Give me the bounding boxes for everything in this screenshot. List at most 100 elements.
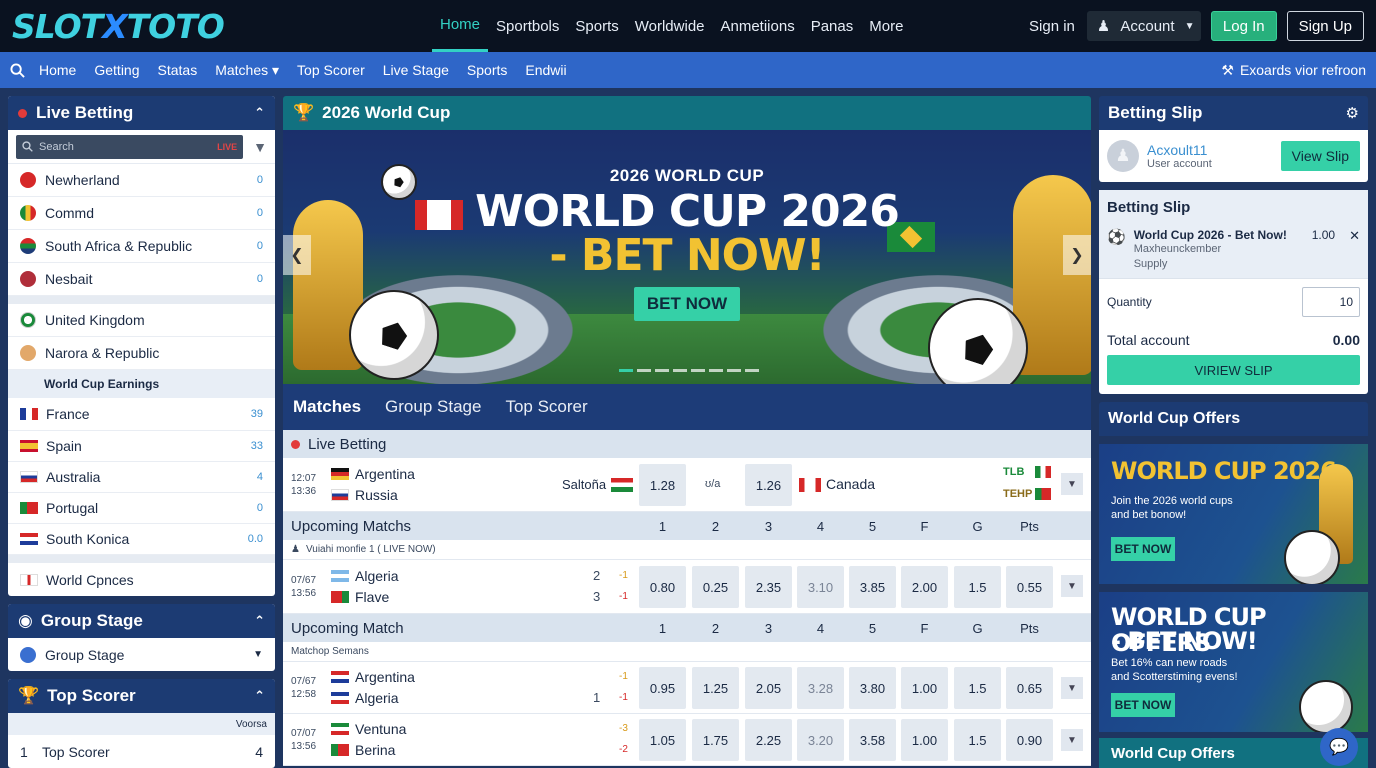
odds-button[interactable]: 2.25 xyxy=(745,719,792,761)
odds-button[interactable]: 2.00 xyxy=(901,566,948,608)
odds-button[interactable]: 0.55 xyxy=(1006,566,1053,608)
user-subtitle: User account xyxy=(1147,158,1212,170)
sign-in-link[interactable]: Sign in xyxy=(1029,18,1075,35)
tab-group-stage[interactable]: Group Stage xyxy=(385,397,481,417)
top-scorer-header[interactable]: 🏆 Top Scorer ⌃ xyxy=(8,679,275,713)
nav-sportbols[interactable]: Sportbols xyxy=(488,0,567,52)
list-item[interactable]: South Konica 0.0 xyxy=(8,524,275,555)
close-icon[interactable]: ✕ xyxy=(1349,228,1360,272)
odds-button[interactable]: 1.5 xyxy=(954,566,1001,608)
nav-anmetiions[interactable]: Anmetiions xyxy=(713,0,803,52)
list-item[interactable]: Portugal 0 xyxy=(8,493,275,524)
nav-more[interactable]: More xyxy=(861,0,911,52)
search-icon[interactable] xyxy=(10,62,25,78)
odds-button[interactable]: 3.20 xyxy=(797,719,844,761)
chevron-down-icon: ▼ xyxy=(1184,20,1195,32)
signup-button[interactable]: Sign Up xyxy=(1286,11,1364,41)
offer-card-2[interactable]: WORLD CUP OFFERS - BET NOW! Bet 16% can … xyxy=(1099,592,1368,732)
account-dropdown[interactable]: ♟ Account ▼ xyxy=(1086,11,1201,41)
subnav-live-stage[interactable]: Live Stage xyxy=(383,62,449,78)
subnav-getting[interactable]: Getting xyxy=(94,62,139,78)
chevron-down-icon[interactable]: ▼ xyxy=(1061,677,1083,699)
site-logo[interactable]: SLOTXTOTO xyxy=(12,7,432,46)
subnav-sports[interactable]: Sports xyxy=(467,62,507,78)
group-stage-select[interactable]: Group Stage ▼ xyxy=(8,638,275,671)
subnav-matches[interactable]: Matches ▾ xyxy=(215,62,279,79)
odds-button[interactable]: 3.80 xyxy=(849,667,896,709)
list-item[interactable]: Narora & Republic xyxy=(8,337,275,370)
chevron-up-icon[interactable]: ⌃ xyxy=(254,105,265,121)
subnav-top-scorer[interactable]: Top Scorer xyxy=(297,62,365,78)
list-item[interactable]: South Africa & Republic 0 xyxy=(8,230,275,263)
chevron-right-icon[interactable]: ❯ xyxy=(1063,235,1091,275)
list-item[interactable]: Spain 33 xyxy=(8,431,275,462)
chevron-left-icon[interactable]: ❮ xyxy=(283,235,311,275)
odds-button[interactable]: 1.26 xyxy=(745,464,792,506)
odds-button[interactable]: 0.65 xyxy=(1006,667,1053,709)
chevron-down-icon[interactable]: ▼ xyxy=(1061,729,1083,751)
odds-button[interactable]: 1.75 xyxy=(692,719,739,761)
odds-button[interactable]: 1.05 xyxy=(639,719,686,761)
list-item[interactable]: Newherland 0 xyxy=(8,164,275,197)
odds-button[interactable]: 0.25 xyxy=(692,566,739,608)
odds-button[interactable]: 2.05 xyxy=(745,667,792,709)
list-item[interactable]: United Kingdom xyxy=(8,304,275,337)
nav-worldwide[interactable]: Worldwide xyxy=(627,0,713,52)
odds-button[interactable]: 1.28 xyxy=(639,464,686,506)
chevron-down-icon[interactable]: ▼ xyxy=(1061,575,1083,597)
nav-home[interactable]: Home xyxy=(432,0,489,52)
odds-button[interactable]: 3.28 xyxy=(797,667,844,709)
subnav-right-link[interactable]: ⚒ Exoards vior refroon xyxy=(1221,62,1366,79)
bet-now-button[interactable]: BET NOW xyxy=(634,287,740,321)
table-row[interactable]: 07/67 13:56 Algeria Flave 2 3 -1 -1 0.80 … xyxy=(283,560,1091,614)
odds-button[interactable]: 3.10 xyxy=(797,566,844,608)
odds-button[interactable]: 1.25 xyxy=(692,667,739,709)
view-slip-button[interactable]: View Slip xyxy=(1280,141,1360,171)
quantity-input[interactable]: 10 xyxy=(1302,287,1360,317)
list-item[interactable]: Nesbait 0 xyxy=(8,263,275,296)
offer-bet-button[interactable]: BET NOW xyxy=(1111,693,1175,717)
odds-button[interactable]: 1.5 xyxy=(954,719,1001,761)
odds-button[interactable]: 1.00 xyxy=(901,667,948,709)
odds-button[interactable]: 0.90 xyxy=(1006,719,1053,761)
tab-matches[interactable]: Matches xyxy=(293,397,361,417)
odds-button[interactable]: 0.80 xyxy=(639,566,686,608)
live-match-row[interactable]: 12:07 13:36 Argentina Russia Saltoña 1.28… xyxy=(283,458,1091,512)
chevron-up-icon[interactable]: ⌃ xyxy=(254,613,265,629)
list-item[interactable]: World Cpnces xyxy=(8,563,275,596)
subnav-statas[interactable]: Statas xyxy=(158,62,198,78)
list-item[interactable]: France 39 xyxy=(8,398,275,431)
odds-button[interactable]: 0.95 xyxy=(639,667,686,709)
odds-button[interactable]: 3.58 xyxy=(849,719,896,761)
odds-button[interactable]: 2.35 xyxy=(745,566,792,608)
bet-item[interactable]: ⚽ World Cup 2026 - Bet Now! 1.00 Maxheunc… xyxy=(1099,224,1368,279)
gear-icon[interactable]: ⚙ xyxy=(1346,104,1359,122)
subnav-home[interactable]: Home xyxy=(39,62,76,78)
table-row[interactable]: 07/67 12:58 Argentina Algeria 1 -1 -1 0.9… xyxy=(283,662,1091,714)
live-betting-header[interactable]: Live Betting ⌃ xyxy=(8,96,275,130)
table-row[interactable]: 07/07 13:56 Ventuna Berina -3 -2 1.05 1.7… xyxy=(283,714,1091,766)
odds-button[interactable]: 3.85 xyxy=(849,566,896,608)
nav-panas[interactable]: Panas xyxy=(803,0,862,52)
list-item[interactable]: Australia 4 xyxy=(8,462,275,493)
subnav-endwii[interactable]: Endwii xyxy=(525,62,566,78)
view-slip-button-2[interactable]: VIRIEW SLIP xyxy=(1107,355,1360,385)
nav-sports[interactable]: Sports xyxy=(567,0,626,52)
chevron-up-icon[interactable]: ⌃ xyxy=(254,688,265,704)
odds-button[interactable]: 1.00 xyxy=(901,719,948,761)
hero-banner[interactable]: 2026 WORLD CUP WORLD CUP 2026 - BET NOW!… xyxy=(283,130,1091,384)
top-scorer-row[interactable]: 1 Top Scorer 4 xyxy=(8,735,275,768)
filter-icon[interactable]: ▼ xyxy=(253,139,267,155)
group-stage-header[interactable]: ◉ Group Stage ⌃ xyxy=(8,604,275,638)
carousel-dots[interactable] xyxy=(619,369,759,372)
chevron-down-icon[interactable]: ▼ xyxy=(1061,473,1083,495)
username[interactable]: Acxoult11 xyxy=(1147,142,1212,158)
list-item[interactable]: Commd 0 xyxy=(8,197,275,230)
offer-card-1[interactable]: WORLD CUP 2026 Join the 2026 world cups … xyxy=(1099,444,1368,584)
odds-button[interactable]: 1.5 xyxy=(954,667,1001,709)
tab-top-scorer[interactable]: Top Scorer xyxy=(505,397,587,417)
live-search-input[interactable]: Search LIVE xyxy=(16,134,244,159)
chat-icon[interactable]: 💬 xyxy=(1320,728,1358,766)
offer-bet-button[interactable]: BET NOW xyxy=(1111,537,1175,561)
login-button[interactable]: Log In xyxy=(1210,11,1277,41)
